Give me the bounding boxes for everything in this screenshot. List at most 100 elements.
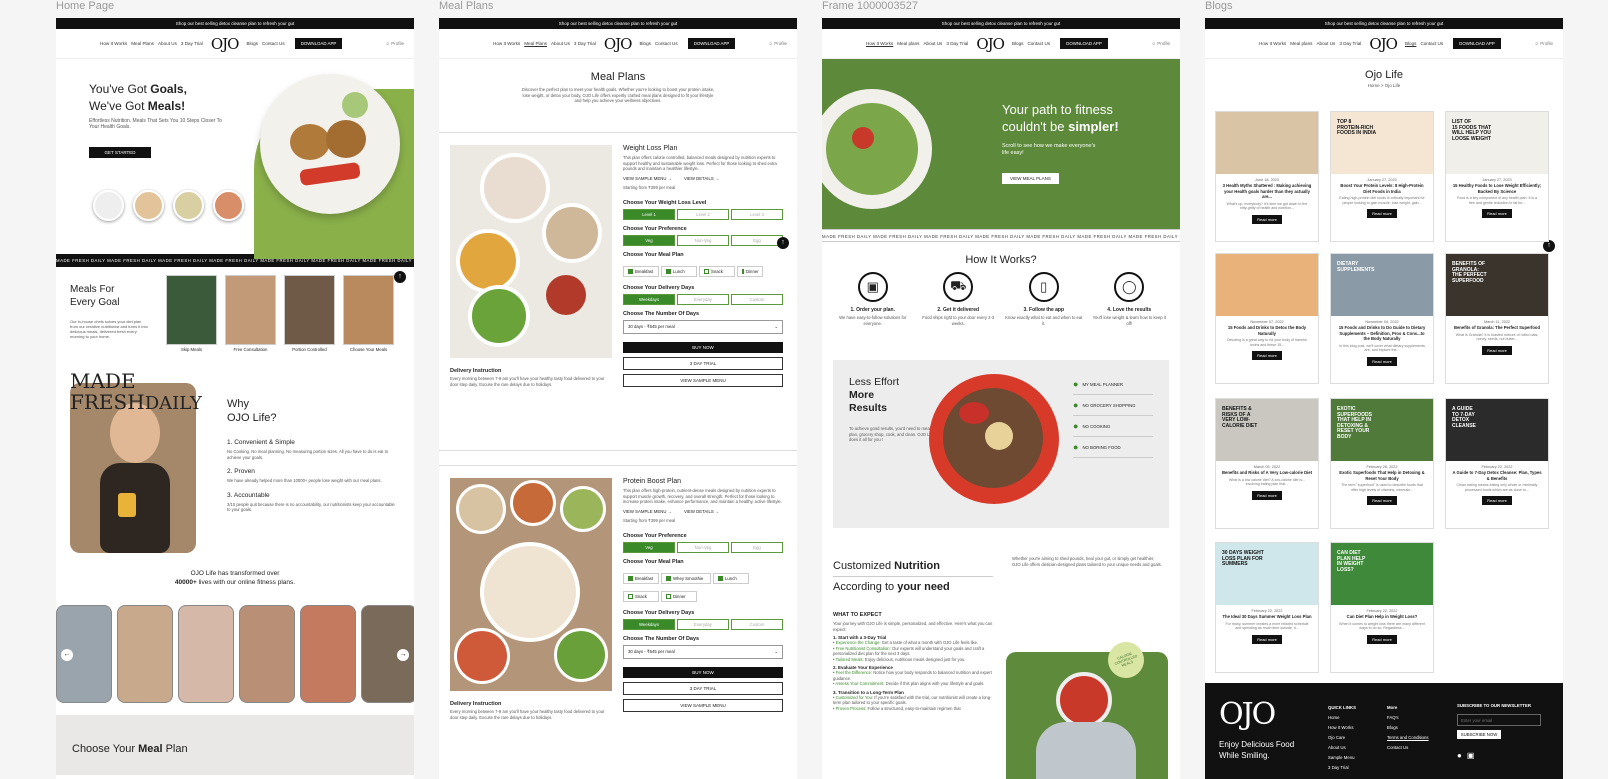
sample-menu-button[interactable]: VIEW SAMPLE MENU	[623, 374, 783, 387]
view-details-link[interactable]: VIEW DETAILS →	[684, 176, 719, 181]
thumb-plate-2[interactable]	[133, 190, 164, 221]
custom-option[interactable]: Custom	[731, 294, 783, 305]
nav-trial-4[interactable]: 3 Day Trial	[1339, 41, 1361, 46]
nav-blogs-3[interactable]: Blogs	[1012, 41, 1024, 46]
snack-checkbox-2[interactable]: Snack	[623, 591, 659, 602]
nav-contact[interactable]: Contact Us	[262, 41, 285, 46]
view-sample-link[interactable]: VIEW SAMPLE MENU →	[623, 176, 672, 181]
video-4[interactable]	[239, 605, 295, 703]
nav-how[interactable]: How It Works	[100, 41, 127, 46]
tile-consult[interactable]: Free Consultation	[225, 275, 276, 352]
profile-link-2[interactable]: ☺ Profile	[768, 41, 787, 46]
ql-care[interactable]: Ojo Care	[1328, 733, 1356, 743]
read-more-button[interactable]: Read more	[1367, 356, 1397, 366]
read-more-button[interactable]: Read more	[1482, 209, 1512, 219]
nav-trial[interactable]: 3 Day Trial	[181, 41, 203, 46]
ql-home[interactable]: Home	[1328, 713, 1356, 723]
blog-card-title[interactable]: 15 Foods and Drinks to Do Guide to Dieta…	[1331, 324, 1433, 343]
scroll-top-button[interactable]: ↑	[394, 271, 406, 283]
read-more-button[interactable]: Read more	[1482, 345, 1512, 355]
carousel-prev-icon[interactable]: ←	[61, 649, 73, 661]
download-app-button[interactable]: DOWNLOAD APP	[294, 38, 343, 49]
blog-card-title[interactable]: 3 Health Myths Shattered : Making achiev…	[1216, 182, 1318, 201]
blog-card-title[interactable]: Boost Your Protein Levels: 8 High-Protei…	[1331, 182, 1433, 195]
nav-blogs-2[interactable]: Blogs	[639, 41, 651, 46]
instagram-icon[interactable]: ▣	[1467, 751, 1475, 760]
read-more-button[interactable]: Read more	[1367, 209, 1397, 219]
everyday-option-2[interactable]: Everyday	[677, 619, 729, 630]
weekdays-option-2[interactable]: Weekdays	[623, 619, 675, 630]
ql-trial[interactable]: 3 Day Trial	[1328, 763, 1356, 773]
read-more-button[interactable]: Read more	[1252, 214, 1282, 224]
read-more-button[interactable]: Read more	[1252, 634, 1282, 644]
breakfast-checkbox-2[interactable]: Breakfast	[623, 573, 659, 584]
read-more-button[interactable]: Read more	[1367, 496, 1397, 506]
view-sample-link-2[interactable]: VIEW SAMPLE MENU →	[623, 509, 672, 514]
ql-how[interactable]: How It Works	[1328, 723, 1356, 733]
nonveg-option-2[interactable]: Non-Veg	[677, 542, 729, 553]
breakfast-checkbox[interactable]: Breakfast	[623, 266, 659, 277]
nav-how-3[interactable]: How It Works	[866, 41, 893, 46]
blog-card-title[interactable]: 15 Foods and Drinks to Detox the Body Na…	[1216, 324, 1318, 337]
lunch-checkbox[interactable]: Lunch	[661, 266, 697, 277]
lunch-checkbox-2[interactable]: Lunch	[713, 573, 749, 584]
blogs-breadcrumb[interactable]: Home > Ojo Life	[1205, 83, 1563, 88]
blog-card[interactable]: mouthNovember 07, 202215 Foods and Drink…	[1215, 253, 1319, 384]
ql-sample[interactable]: Sample Menu	[1328, 753, 1356, 763]
blog-card[interactable]: A GUIDE TO 7-DAY DETOX CLEANSE February 2…	[1445, 398, 1549, 529]
more-blogs[interactable]: Blogs	[1387, 723, 1429, 733]
video-3[interactable]	[178, 605, 234, 703]
facebook-icon[interactable]: ●	[1457, 751, 1462, 760]
blog-card[interactable]: DIETARY SUPPLEMENTS November 04, 2022 15 F…	[1330, 253, 1434, 384]
level-2-option[interactable]: Level 2	[677, 209, 729, 220]
blog-card[interactable]: foodJune 18, 20233 Health Myths Shattere…	[1215, 111, 1319, 242]
veg-option-2[interactable]: Veg	[623, 542, 675, 553]
trial-button[interactable]: 3 DAY TRIAL	[623, 357, 783, 370]
blog-card[interactable]: EXOTIC SUPERFOODS THAT HELP IN DETOXING …	[1330, 398, 1434, 529]
read-more-button[interactable]: Read more	[1482, 496, 1512, 506]
ojo-logo-4[interactable]: OJO	[1369, 35, 1398, 53]
custom-option-2[interactable]: Custom	[731, 619, 783, 630]
blog-card[interactable]: LIST OF 15 FOODS THAT WILL HELP YOU LOOS…	[1445, 111, 1549, 242]
blog-card-title[interactable]: Exotic Superfoods That Help in Detoxing …	[1331, 469, 1433, 482]
nav-about-4[interactable]: About Us	[1316, 41, 1335, 46]
dinner-checkbox-2[interactable]: Dinner	[661, 591, 697, 602]
subscribe-button[interactable]: SUBSCRIBE NOW	[1457, 730, 1501, 739]
download-app-button-4[interactable]: DOWNLOAD APP	[1453, 38, 1501, 49]
profile-link[interactable]: ☺ Profile	[385, 41, 404, 46]
nav-contact-3[interactable]: Contact Us	[1027, 41, 1050, 46]
everyday-option[interactable]: Everyday	[677, 294, 729, 305]
newsletter-email-input[interactable]	[1457, 714, 1541, 726]
announcement-bar-3[interactable]: Shop our best selling detox cleanse plan…	[822, 18, 1180, 29]
veg-option[interactable]: Veg	[623, 235, 675, 246]
trial-button-2[interactable]: 3 DAY TRIAL	[623, 682, 783, 695]
nav-blogs-4[interactable]: Blogs	[1405, 41, 1417, 46]
nav-meal-3[interactable]: Meal plans	[897, 41, 919, 46]
read-more-button[interactable]: Read more	[1252, 490, 1282, 500]
nav-meal-2[interactable]: Meal Plans	[524, 41, 547, 46]
snack-checkbox[interactable]: Snack	[699, 266, 735, 277]
blog-card[interactable]: BENEFITS & RISKS OF A VERY LOW- CALORIE …	[1215, 398, 1319, 529]
nav-how-2[interactable]: How It Works	[493, 41, 520, 46]
profile-link-3[interactable]: ☺ Profile	[1151, 41, 1170, 46]
thumb-plate-1[interactable]	[93, 190, 124, 221]
sample-menu-button-2[interactable]: VIEW SAMPLE MENU	[623, 699, 783, 712]
more-faq[interactable]: FAQ's	[1387, 713, 1429, 723]
announcement-bar-4[interactable]: Shop our best selling detox cleanse plan…	[1205, 18, 1563, 29]
ql-about[interactable]: About Us	[1328, 743, 1356, 753]
blog-card-title[interactable]: The Ideal 30 Days Summer Weight Loss Pla…	[1216, 613, 1318, 621]
download-app-button-3[interactable]: DOWNLOAD APP	[1060, 38, 1108, 49]
thumb-plate-3[interactable]	[173, 190, 204, 221]
carousel-next-icon[interactable]: →	[397, 649, 409, 661]
blog-card[interactable]: BENEFITS OF GRANOLA: THE PERFECT SUPERFO…	[1445, 253, 1549, 384]
nav-blogs[interactable]: Blogs	[246, 41, 258, 46]
nav-trial-2[interactable]: 3 Day Trial	[574, 41, 596, 46]
nav-contact-2[interactable]: Contact Us	[655, 41, 678, 46]
tile-portion[interactable]: Portion Controlled	[284, 275, 335, 352]
blog-card-title[interactable]: Can Diet Plan Help in Weight Loss?	[1331, 613, 1433, 621]
blog-card[interactable]: CAN DIET PLAN HELP IN WEIGHT LOSS? Februa…	[1330, 542, 1434, 673]
nav-meal[interactable]: Meal Plans	[131, 41, 154, 46]
blog-card-title[interactable]: 15 Healthy Foods to Lose Weight Efficien…	[1446, 182, 1548, 195]
profile-link-4[interactable]: ☺ Profile	[1534, 41, 1553, 46]
egg-option[interactable]: Egg	[731, 235, 783, 246]
